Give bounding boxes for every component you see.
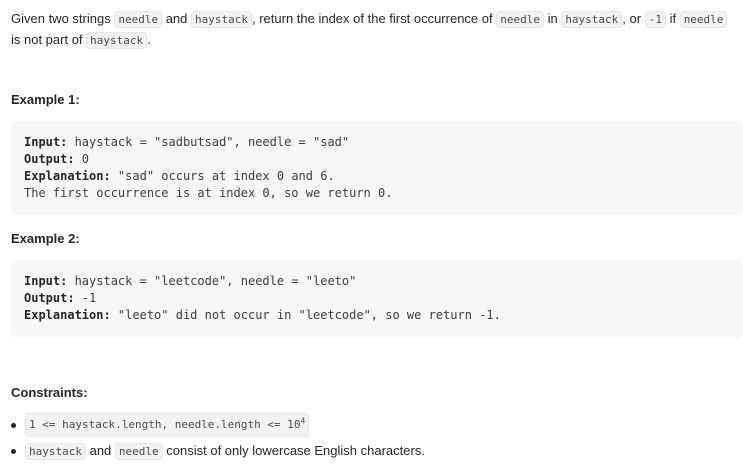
example-1-explanation-extra: The first occurrence is at index 0, so w… [24,186,393,200]
input-label: Input: [24,135,68,149]
inline-code: haystack [25,443,86,460]
inline-code: needle [114,443,163,460]
example-2-block: Input: haystack = "leetcode", needle = "… [11,260,743,338]
explanation-label: Explanation: [24,308,111,322]
input-value: haystack = "leetcode", needle = "leeto" [67,274,357,288]
intro-text: and [162,11,191,26]
inline-code: -1 [644,11,666,28]
example-1-input: Input: haystack = "sadbutsad", needle = … [24,134,743,151]
constraint-item-2: haystack and needle consist of only lowe… [11,441,425,462]
intro-text: Given two strings [11,11,115,26]
explanation-label: Explanation: [24,169,111,183]
problem-description: Given two strings needle and haystack, r… [11,9,736,51]
bullet-icon [11,422,16,428]
example-2-output: Output: -1 [24,290,743,307]
inline-code: needle [114,11,163,28]
bullet-icon [11,449,16,454]
example-2-input: Input: haystack = "leetcode", needle = "… [24,273,743,290]
intro-text: . [147,32,151,47]
input-value: haystack = "sadbutsad", needle = "sad" [67,135,350,149]
output-value: -1 [74,291,97,305]
inline-code: haystack [86,32,148,49]
constraint-code: 1 <= haystack.length, needle.length <= 1… [29,418,301,431]
output-label: Output: [24,291,75,305]
intro-text: in [543,11,562,26]
example-2-explanation: Explanation: "leeto" did not occur in "l… [24,307,743,324]
example-1-explanation: Explanation: "sad" occurs at index 0 and… [24,168,743,185]
intro-text: , or [622,11,645,26]
explanation-value: "sad" occurs at index 0 and 6. [110,169,335,183]
exponent: 4 [300,416,306,426]
example-1-output: Output: 0 [24,151,743,168]
inline-code: needle [679,11,728,28]
output-label: Output: [24,152,75,166]
explanation-value: "leeto" did not occur in "leetcode", so … [110,308,501,322]
example-2-heading: Example 2: [11,231,80,246]
constraint-item-1: 1 <= haystack.length, needle.length <= 1… [11,413,310,437]
inline-code: haystack [561,11,623,28]
constraint-text: consist of only lowercase English charac… [162,443,425,458]
input-label: Input: [24,274,68,288]
intro-text: is not part of [11,32,87,47]
constraint-text: and [85,443,115,458]
intro-text: , return the index of the first occurren… [251,11,497,26]
constraints-heading: Constraints: [11,385,88,400]
intro-text: if [665,11,680,26]
inline-code: needle [496,11,544,28]
inline-code: haystack [191,11,252,28]
output-value: 0 [74,152,90,166]
example-1-block: Input: haystack = "sadbutsad", needle = … [11,121,743,215]
inline-code: 1 <= haystack.length, needle.length <= 1… [25,413,310,437]
example-1-heading: Example 1: [11,92,80,107]
